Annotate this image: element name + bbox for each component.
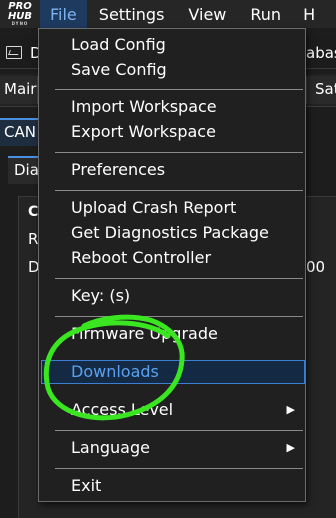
toolbar-right-label: abas	[306, 44, 336, 62]
menu-item-preferences[interactable]: Preferences	[39, 159, 305, 183]
menu-item-get-diagnostics-package[interactable]: Get Diagnostics Package	[39, 222, 305, 246]
menu-separator	[55, 430, 303, 431]
tab-sat[interactable]: Sat	[306, 76, 336, 104]
menu-item-firmware-upgrade[interactable]: Firmware Upgrade	[39, 323, 305, 347]
menu-separator	[55, 316, 303, 317]
menu-settings[interactable]: Settings	[87, 0, 175, 28]
menu-separator	[55, 152, 303, 153]
menu-item-language[interactable]: Language ▶	[39, 437, 305, 461]
menu-run[interactable]: Run	[236, 0, 291, 28]
menu-view[interactable]: View	[174, 0, 236, 28]
submenu-arrow-icon: ▶	[286, 441, 295, 454]
menu-item-upload-crash-report[interactable]: Upload Crash Report	[39, 197, 305, 221]
menu-item-access-level[interactable]: Access Level ▶	[39, 399, 305, 423]
file-menu-dropdown: Load Config Save Config Import Workspace…	[38, 28, 306, 502]
menu-separator	[55, 278, 303, 279]
menu-help[interactable]: H	[291, 0, 325, 28]
panel-value: 00	[306, 258, 326, 276]
menu-item-exit[interactable]: Exit	[39, 475, 305, 499]
menu-item-export-workspace[interactable]: Export Workspace	[39, 121, 305, 145]
tab-diagnostics[interactable]: Dia	[8, 156, 39, 184]
tab-main[interactable]: Mair	[0, 76, 38, 104]
menu-separator	[55, 89, 303, 90]
panel-row-label: R	[28, 230, 39, 248]
submenu-arrow-icon: ▶	[286, 403, 295, 416]
menu-item-import-workspace[interactable]: Import Workspace	[39, 96, 305, 120]
menu-item-key[interactable]: Key: (s)	[39, 285, 305, 309]
menu-separator	[55, 190, 303, 191]
logo-line-3: DYNO	[11, 21, 29, 26]
panel-heading: C	[28, 204, 39, 220]
menu-separator	[55, 468, 303, 469]
menu-item-language-label: Language	[71, 438, 150, 457]
menu-item-downloads[interactable]: Downloads	[41, 360, 305, 384]
tab-can[interactable]: CAN	[0, 118, 38, 146]
menu-file[interactable]: File	[40, 0, 87, 28]
menu-item-load-config[interactable]: Load Config	[39, 34, 305, 58]
menu-item-save-config[interactable]: Save Config	[39, 59, 305, 83]
app-logo: PRO HUB DYNO	[0, 0, 40, 28]
menu-bar: PRO HUB DYNO File Settings View Run H	[0, 0, 336, 28]
menu-item-access-level-label: Access Level	[71, 400, 174, 419]
chart-icon[interactable]	[6, 46, 22, 59]
app-window: PRO HUB DYNO File Settings View Run H D …	[0, 0, 336, 518]
menu-item-reboot-controller[interactable]: Reboot Controller	[39, 247, 305, 271]
